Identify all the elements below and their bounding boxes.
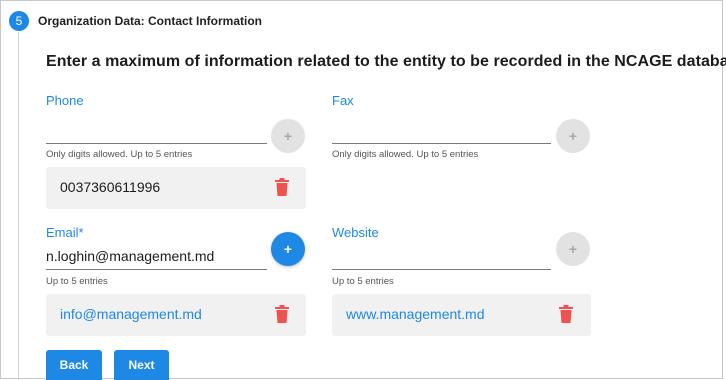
plus-icon: + [283,241,293,257]
fax-input[interactable] [332,119,551,143]
next-button[interactable]: Next [114,350,169,380]
form-frame: 5 Organization Data: Contact Information… [0,0,726,380]
phone-input[interactable] [46,119,267,143]
website-entry: www.management.md [332,294,591,336]
website-entry-value: www.management.md [346,306,485,322]
step-number-badge: 5 [9,11,29,31]
phone-entry-value: 0037360611996 [60,179,161,195]
plus-icon: + [568,241,578,257]
plus-icon: + [568,128,578,144]
email-entry-value: info@management.md [60,306,202,322]
fax-input-underline [332,143,551,144]
phone-label: Phone [46,93,84,108]
phone-entry: 0037360611996 [46,167,306,209]
phone-helper-text: Only digits allowed. Up to 5 entries [46,149,193,160]
email-input[interactable]: n.loghin@management.md [46,243,267,269]
website-label: Website [332,225,379,240]
back-button[interactable]: Back [46,350,102,380]
section-heading: Enter a maximum of information related t… [46,53,726,70]
email-label: Email* [46,225,84,240]
email-entry: info@management.md [46,294,306,336]
website-input-underline [332,269,551,270]
email-input-value: n.loghin@management.md [46,248,215,264]
phone-add-button[interactable]: + [271,119,305,153]
trash-icon[interactable] [559,305,573,323]
website-input[interactable] [332,243,551,269]
fax-helper-text: Only digits allowed. Up to 5 entries [332,149,479,160]
website-add-button[interactable]: + [556,232,590,266]
step-connector-line [18,32,19,380]
step-header: 5 Organization Data: Contact Information [9,8,262,34]
email-input-underline [46,269,267,270]
website-helper-text: Up to 5 entries [332,276,394,287]
fax-add-button[interactable]: + [556,119,590,153]
trash-icon[interactable] [275,305,289,323]
phone-input-underline [46,143,267,144]
fax-label: Fax [332,93,354,108]
email-add-button[interactable]: + [271,232,305,266]
trash-icon[interactable] [275,178,289,196]
plus-icon: + [283,128,293,144]
step-title: Organization Data: Contact Information [38,14,263,28]
email-helper-text: Up to 5 entries [46,276,108,287]
